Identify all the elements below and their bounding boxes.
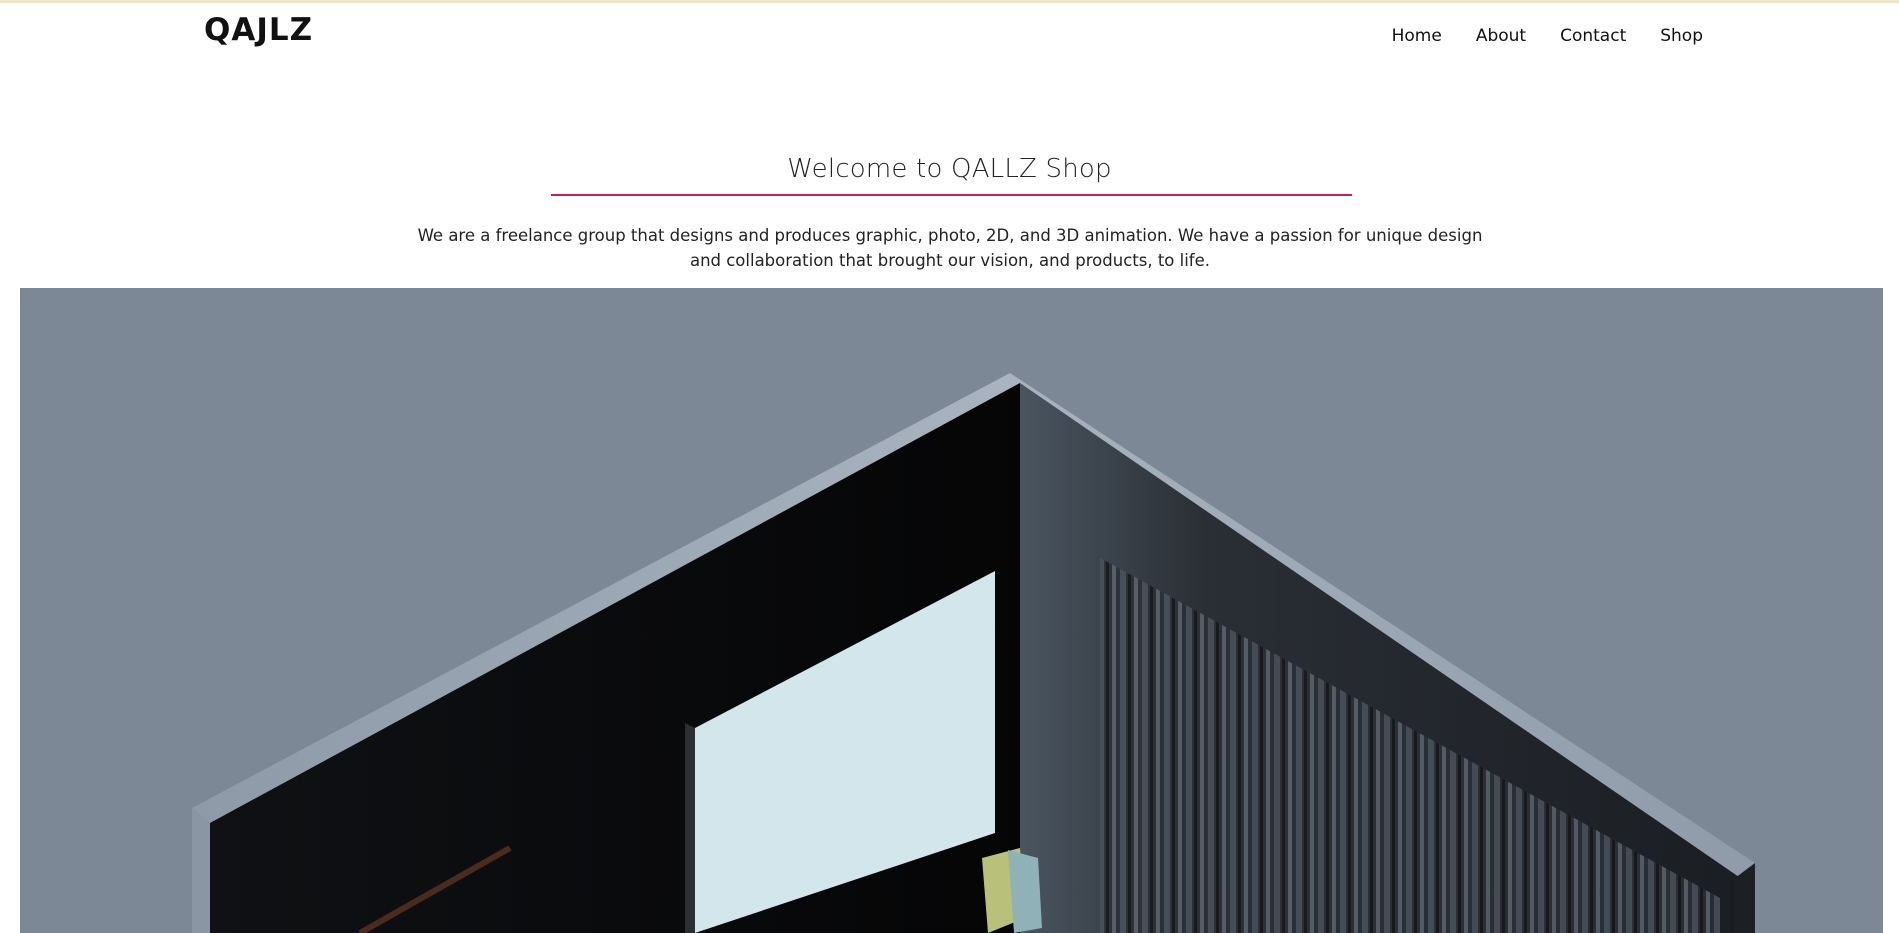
nav-link-contact[interactable]: Contact (1560, 25, 1626, 47)
hero-banner-image (20, 288, 1883, 933)
main-nav: Home About Contact Shop (1392, 25, 1703, 47)
nav-link-shop[interactable]: Shop (1660, 25, 1703, 47)
nav-link-home[interactable]: Home (1392, 25, 1442, 47)
title-underline (551, 194, 1352, 196)
site-logo[interactable]: QAJLZ (204, 15, 313, 46)
site-header: QAJLZ Home About Contact Shop (0, 3, 1899, 65)
isometric-room-illustration (192, 373, 1755, 933)
hero-description: We are a freelance group that designs an… (417, 226, 1483, 270)
hero-title: Welcome to QALLZ Shop (787, 154, 1112, 184)
nav-link-about[interactable]: About (1476, 25, 1526, 47)
